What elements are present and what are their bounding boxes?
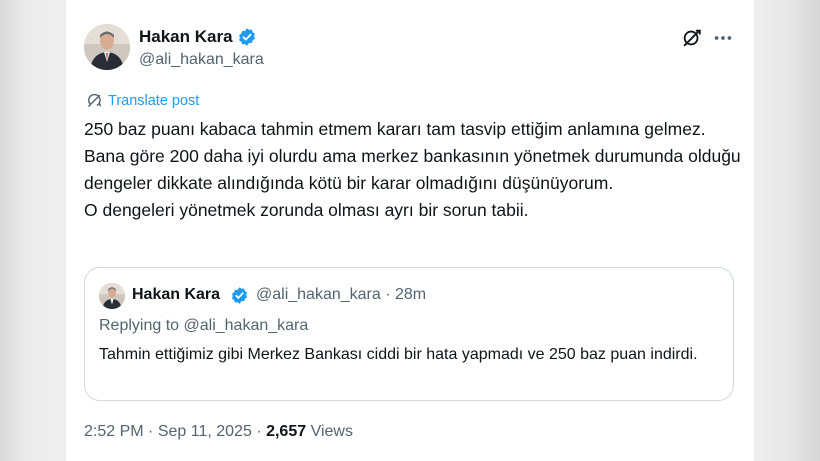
quote-avatar xyxy=(99,283,125,309)
quote-replying-to: Replying to @ali_hakan_kara xyxy=(99,317,309,334)
grok-icon[interactable] xyxy=(681,27,703,49)
translate-label: Translate post xyxy=(108,92,200,109)
tweet-date[interactable]: Sep 11, 2025 xyxy=(158,423,252,440)
verified-badge-icon xyxy=(239,28,255,46)
author-name[interactable]: Hakan Kara xyxy=(139,27,233,47)
tweet-text-paragraph: 250 baz puanı kabaca tahmin etmem kararı… xyxy=(84,119,746,193)
tweet-time[interactable]: 2:52 PM xyxy=(84,423,144,440)
separator: · xyxy=(256,423,262,440)
quote-meta: @ali_hakan_kara · 28m xyxy=(256,286,426,304)
background-right xyxy=(754,0,820,461)
quote-text: Tahmin ettiğimiz gibi Merkez Bankası cid… xyxy=(99,346,698,363)
more-dots-icon[interactable] xyxy=(712,27,734,49)
tweet-footer: 2:52 PM · Sep 11, 2025 · 2,657 Views xyxy=(84,423,353,441)
quote-author-handle: @ali_hakan_kara xyxy=(256,286,381,303)
verified-badge-icon xyxy=(231,287,248,304)
background-left xyxy=(0,0,66,461)
tweet-card: Hakan Kara @ali_hakan_kara Translate pos… xyxy=(66,0,754,461)
quote-author-name: Hakan Kara xyxy=(132,286,221,303)
tweet-text: 250 baz puanı kabaca tahmin etmem kararı… xyxy=(84,116,744,224)
separator: · xyxy=(148,423,154,440)
tweet-text-paragraph: O dengeleri yönetmek zorunda olması ayrı… xyxy=(84,200,529,220)
translate-icon xyxy=(88,93,101,107)
views-count: 2,657 xyxy=(266,423,307,440)
separator: · xyxy=(385,286,391,303)
views-label: Views xyxy=(310,423,353,440)
quote-age: 28m xyxy=(395,286,427,303)
avatar[interactable] xyxy=(84,24,130,70)
author-handle[interactable]: @ali_hakan_kara xyxy=(139,51,264,69)
quoted-tweet[interactable]: Hakan Kara @ali_hakan_kara · 28m Replyin… xyxy=(84,267,734,401)
translate-post-link[interactable]: Translate post xyxy=(86,92,199,109)
